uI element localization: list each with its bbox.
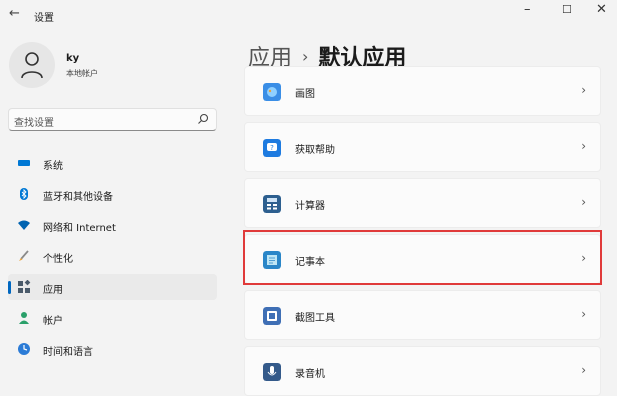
search-icon [198,113,209,124]
sidebar-item-label: 帐户 [43,316,63,327]
active-indicator [8,281,11,294]
chevron-right-icon: › [581,195,586,209]
sidebar-item-label: 个性化 [43,254,73,265]
sidebar-item-time-language[interactable]: 时间和语言 [8,336,217,362]
monitor-icon [18,160,30,166]
person-icon [19,312,29,324]
wifi-icon [18,220,30,230]
apps-icon [18,280,31,293]
sidebar-item-label: 网络和 Internet [43,223,116,234]
sidebar-item-network[interactable]: 网络和 Internet [8,212,217,238]
chevron-right-icon: › [581,139,586,153]
search-placeholder: 查找设置 [14,118,54,129]
app-row-snipping-tool[interactable]: 截图工具 › [244,290,601,340]
globe-clock-icon [18,343,30,355]
calculator-icon [263,195,281,213]
app-label: 画图 [295,89,315,100]
user-name: ky [66,53,80,64]
sidebar-item-personalization[interactable]: 个性化 [8,243,217,269]
sidebar-item-label: 应用 [43,285,63,296]
paint-icon [263,83,281,101]
chevron-right-icon: › [581,363,586,377]
account-type: 本地帐户 [66,69,98,78]
bluetooth-icon [20,188,28,200]
title-bar: ← 设置 – ☐ ✕ [0,0,617,30]
window-title: 设置 [34,13,54,24]
sidebar-item-label: 系统 [43,161,63,172]
highlight-box [243,230,602,285]
sidebar-item-label: 时间和语言 [43,347,93,358]
get-help-icon: ? [263,139,281,157]
app-row-calculator[interactable]: 计算器 › [244,178,601,228]
person-icon [21,52,43,79]
chevron-right-icon: › [581,307,586,321]
app-label: 截图工具 [295,313,335,324]
voice-recorder-icon [263,363,281,381]
close-button[interactable]: ✕ [596,2,607,17]
minimize-button[interactable]: – [524,2,531,17]
app-row-get-help[interactable]: ? 获取帮助 › [244,122,601,172]
app-label: 获取帮助 [295,145,335,156]
chevron-right-icon: › [581,83,586,97]
brush-icon [19,250,29,261]
app-label: 录音机 [295,369,325,380]
app-label: 计算器 [295,201,325,212]
app-row-paint[interactable]: 画图 › [244,66,601,116]
sidebar-item-apps[interactable]: 应用 [8,274,217,300]
maximize-button[interactable]: ☐ [562,3,572,16]
sidebar-item-system[interactable]: 系统 [8,150,217,176]
snipping-tool-icon [263,307,281,325]
back-arrow-icon[interactable]: ← [9,6,20,21]
app-row-voice-recorder[interactable]: 录音机 › [244,346,601,396]
svg-text:?: ? [270,144,274,152]
search-input[interactable]: 查找设置 [8,108,217,131]
breadcrumb-separator: › [302,47,309,66]
avatar[interactable] [9,42,55,88]
sidebar-item-accounts[interactable]: 帐户 [8,305,217,331]
sidebar-item-bluetooth[interactable]: 蓝牙和其他设备 [8,181,217,207]
sidebar-item-label: 蓝牙和其他设备 [43,192,113,203]
